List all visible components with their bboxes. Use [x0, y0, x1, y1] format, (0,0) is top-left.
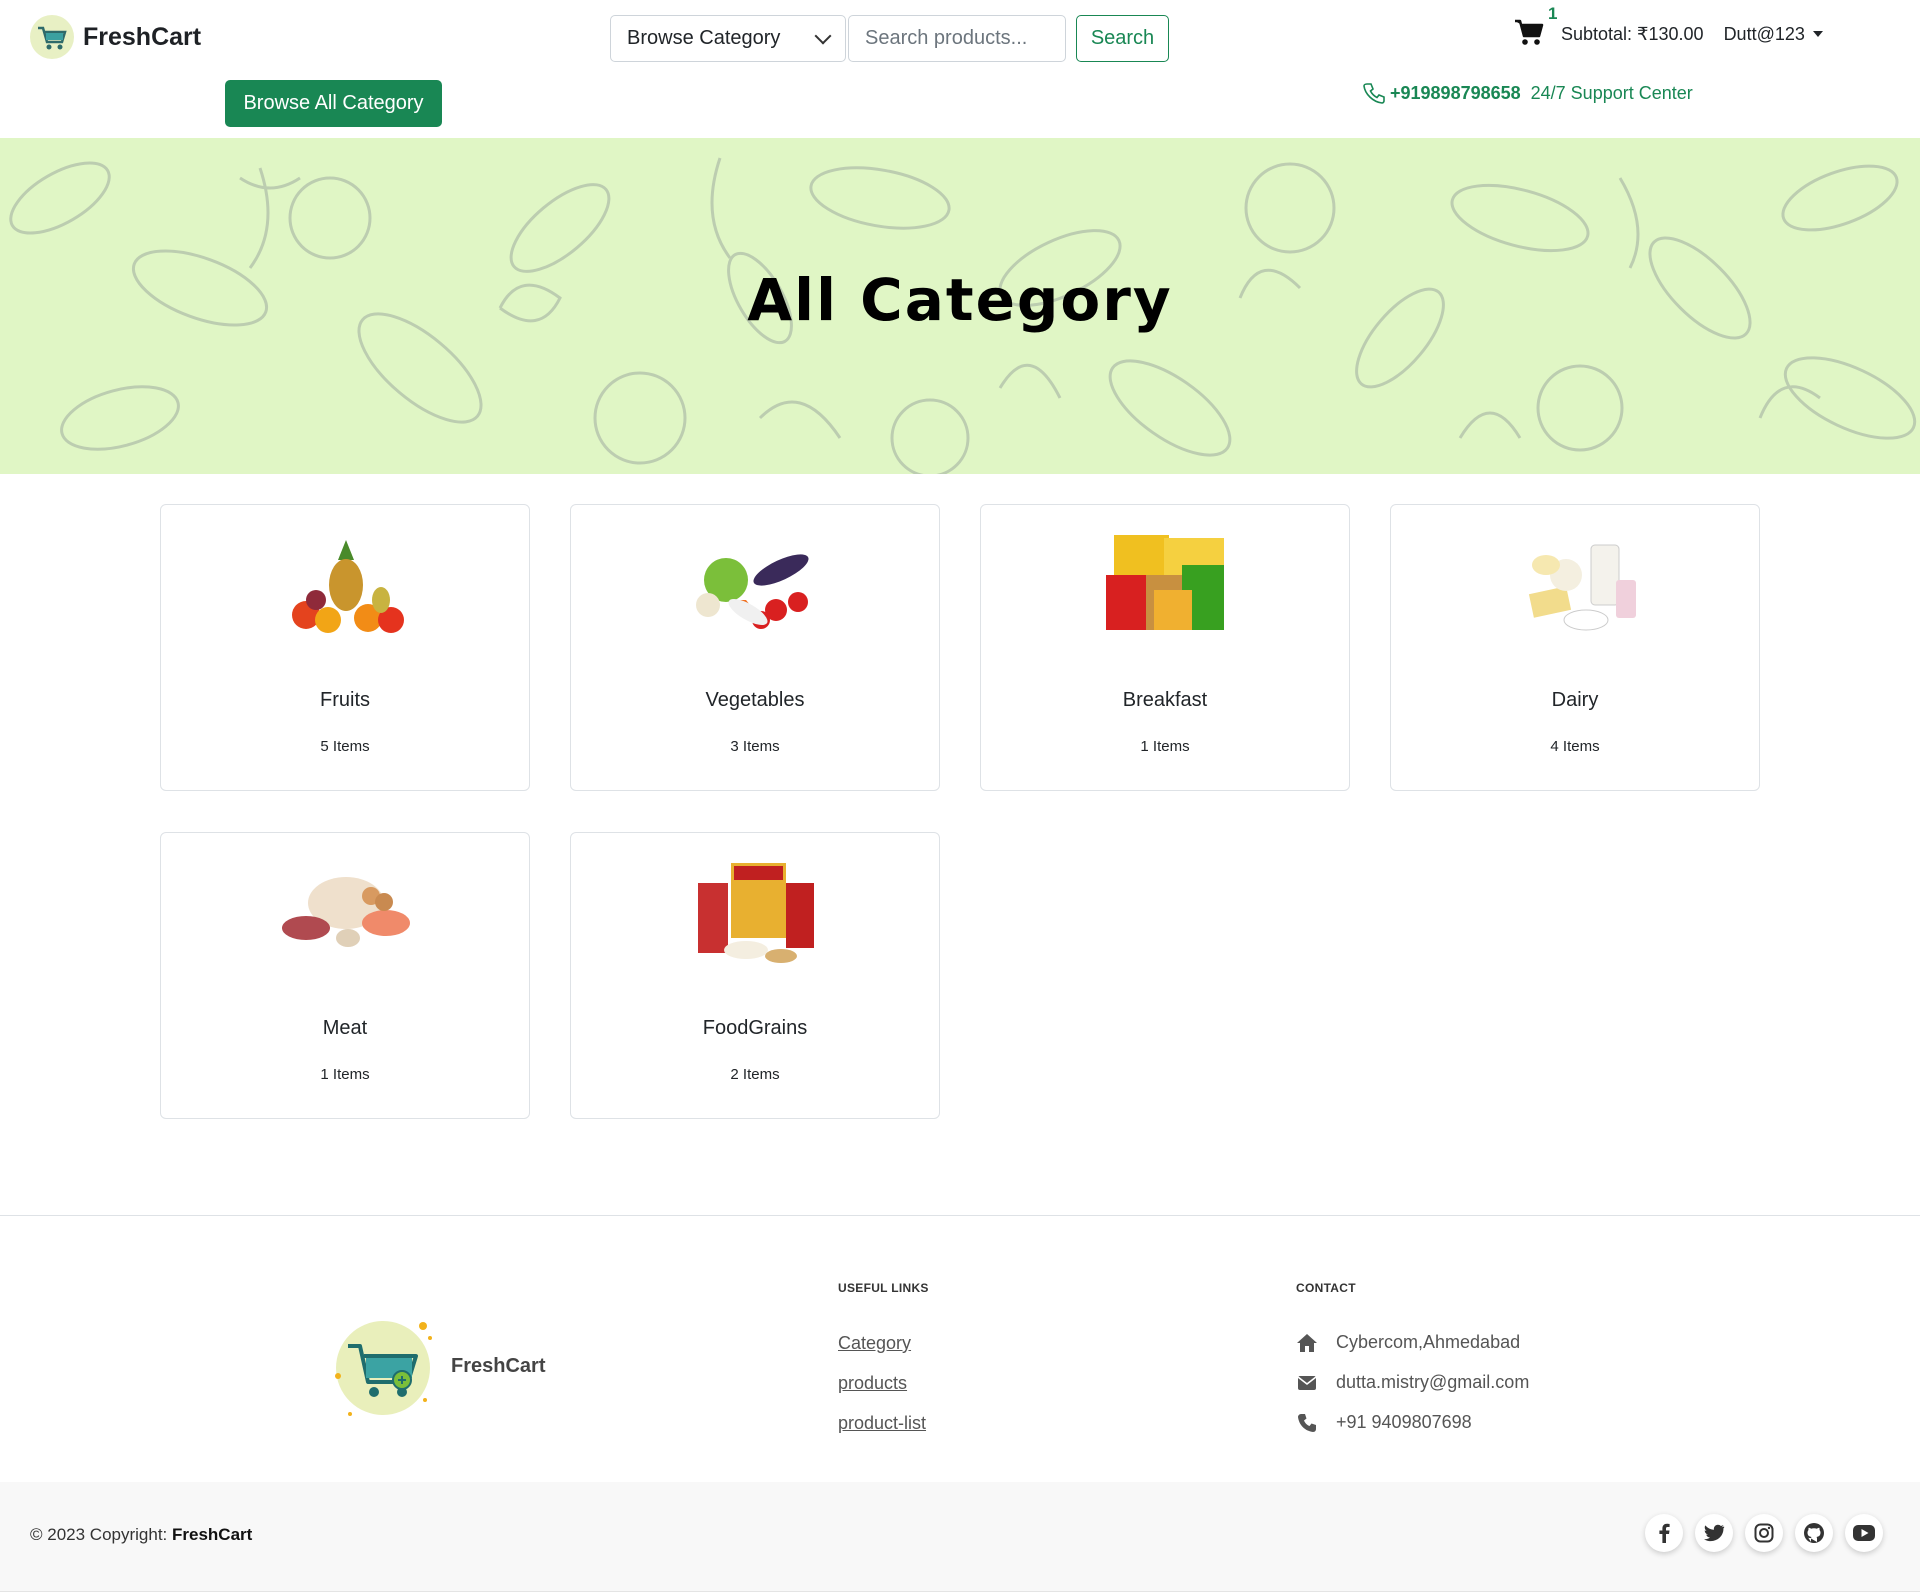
category-name: Vegetables: [705, 689, 805, 711]
footer-link-products[interactable]: products: [838, 1373, 907, 1394]
category-card-meat[interactable]: Meat 1 Items: [160, 832, 530, 1119]
search-input[interactable]: [848, 15, 1066, 62]
search-button[interactable]: Search: [1076, 15, 1169, 62]
hero-banner: All Category: [0, 138, 1920, 474]
cart-area: 1 Subtotal: ₹130.00 Dutt@123: [1514, 4, 1823, 50]
footer-link-category[interactable]: Category: [838, 1333, 911, 1354]
contact-address: Cybercom,Ahmedabad: [1296, 1332, 1520, 1353]
fruits-image: [292, 540, 404, 633]
category-count: 3 Items: [730, 738, 780, 755]
category-count: 1 Items: [1140, 738, 1190, 755]
cart-logo-icon: [30, 15, 74, 59]
envelope-icon: [1296, 1373, 1318, 1393]
chevron-down-icon: [814, 27, 832, 44]
category-card-breakfast[interactable]: Breakfast 1 Items: [980, 504, 1350, 791]
home-icon: [1296, 1333, 1318, 1353]
cart-subtotal: Subtotal: ₹130.00: [1561, 23, 1704, 44]
category-card-fruits[interactable]: Fruits 5 Items: [160, 504, 530, 791]
vegetables-image: [696, 554, 809, 629]
user-menu-dropdown[interactable]: Dutt@123: [1724, 24, 1823, 45]
category-card-dairy[interactable]: Dairy 4 Items: [1390, 504, 1760, 791]
copyright-prefix: © 2023 Copyright:: [30, 1525, 168, 1544]
category-name: Breakfast: [1122, 689, 1208, 711]
phone-outline-icon: [1363, 83, 1385, 104]
search-bar: Browse Category Search: [610, 15, 1169, 62]
foodgrains-image: [698, 863, 814, 963]
instagram-icon[interactable]: [1745, 1514, 1783, 1552]
youtube-icon[interactable]: [1845, 1514, 1883, 1552]
cart-count-badge: 1: [1548, 4, 1558, 23]
category-name: Fruits: [320, 689, 370, 711]
contact-address-text: Cybercom,Ahmedabad: [1336, 1332, 1521, 1352]
brand-name: FreshCart: [83, 22, 202, 51]
category-select-label: Browse Category: [627, 27, 781, 49]
brand[interactable]: FreshCart: [30, 15, 201, 59]
page-title: All Category: [747, 266, 1173, 334]
copyright: © 2023 Copyright: FreshCart: [30, 1525, 252, 1545]
category-card-foodgrains[interactable]: FoodGrains 2 Items: [570, 832, 940, 1119]
breakfast-image: [1106, 535, 1224, 630]
twitter-icon[interactable]: [1695, 1514, 1733, 1552]
category-count: 5 Items: [320, 738, 370, 755]
category-name: Meat: [322, 1017, 368, 1039]
contact-phone-text[interactable]: +91 9409807698: [1336, 1412, 1472, 1433]
github-icon[interactable]: [1795, 1514, 1833, 1552]
shopping-cart-icon: [1515, 19, 1544, 45]
social-links: [1645, 1514, 1895, 1552]
contact-heading: CONTACT: [1296, 1281, 1356, 1295]
cart-button[interactable]: 1: [1514, 4, 1557, 50]
footer-bottom-bar: [0, 1482, 1920, 1592]
footer-link-product-list[interactable]: product-list: [838, 1413, 926, 1434]
contact-email-text[interactable]: dutta.mistry@gmail.com: [1336, 1372, 1529, 1393]
footer-brand-name: FreshCart: [451, 1355, 546, 1377]
category-card-vegetables[interactable]: Vegetables 3 Items: [570, 504, 940, 791]
facebook-icon[interactable]: [1645, 1514, 1683, 1552]
support-phone[interactable]: +919898798658: [1390, 83, 1521, 104]
category-count: 4 Items: [1550, 738, 1600, 755]
dairy-image: [1528, 544, 1636, 631]
support-text: 24/7 Support Center: [1530, 82, 1693, 103]
browse-all-category-button[interactable]: Browse All Category: [225, 80, 442, 127]
support-info: +919898798658 24/7 Support Center: [1362, 81, 1693, 105]
category-select[interactable]: Browse Category: [610, 15, 846, 62]
copyright-brand[interactable]: FreshCart: [172, 1525, 252, 1544]
useful-links-heading: USEFUL LINKS: [838, 1281, 929, 1295]
caret-down-icon: [1812, 31, 1823, 37]
meat-image: [282, 877, 410, 947]
category-count: 2 Items: [730, 1066, 780, 1083]
category-name: FoodGrains: [702, 1017, 808, 1039]
category-name: Dairy: [1551, 689, 1599, 711]
footer-cart-logo-icon: [335, 1321, 432, 1416]
contact-phone: +91 9409807698: [1296, 1412, 1472, 1433]
contact-email: dutta.mistry@gmail.com: [1296, 1372, 1529, 1393]
footer-divider: [0, 1215, 1920, 1216]
phone-icon: [1296, 1413, 1318, 1433]
username: Dutt@123: [1723, 23, 1805, 44]
category-count: 1 Items: [320, 1066, 370, 1083]
site-header: FreshCart Browse Category Search 1 Subto…: [0, 0, 1920, 138]
